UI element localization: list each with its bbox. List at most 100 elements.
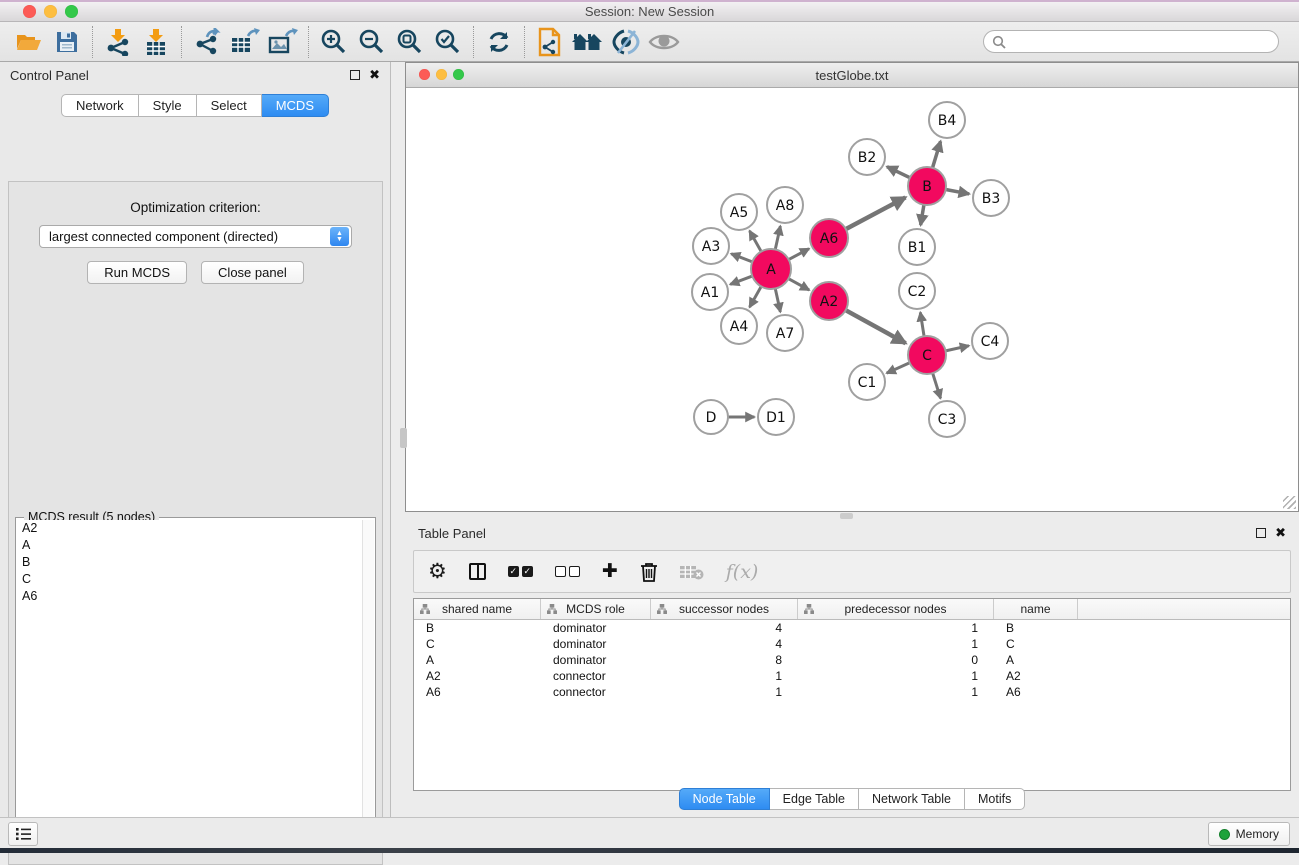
memory-button[interactable]: Memory — [1208, 822, 1290, 846]
tab-network-table[interactable]: Network Table — [859, 788, 965, 810]
graph-node-A1[interactable]: A1 — [692, 274, 728, 310]
column-header-shared-name[interactable]: shared name — [414, 599, 541, 619]
show-hide-panels-icon[interactable] — [569, 25, 607, 59]
table-row[interactable]: Bdominator41B — [414, 620, 1290, 636]
close-panel-button[interactable]: Close panel — [201, 261, 304, 284]
graph-node-C[interactable]: C — [908, 336, 946, 374]
graph-node-A6[interactable]: A6 — [810, 219, 848, 257]
graph-node-C4[interactable]: C4 — [972, 323, 1008, 359]
edge-B-B4[interactable] — [933, 141, 941, 168]
graph-node-A8[interactable]: A8 — [767, 187, 803, 223]
search-box[interactable] — [983, 30, 1279, 53]
column-header-MCDS-role[interactable]: MCDS role — [541, 599, 651, 619]
graph-node-B4[interactable]: B4 — [929, 102, 965, 138]
mcds-result-item[interactable]: A — [17, 537, 362, 554]
edge-A-A3[interactable] — [731, 254, 752, 262]
eye-icon[interactable] — [645, 25, 683, 59]
mcds-result-item[interactable]: C — [17, 571, 362, 588]
mcds-result-item[interactable]: B — [17, 554, 362, 571]
edge-A-A7[interactable] — [775, 289, 780, 312]
tab-network[interactable]: Network — [61, 94, 139, 117]
export-network-icon[interactable] — [188, 25, 226, 59]
edge-B-B2[interactable] — [887, 167, 910, 178]
edge-C-C2[interactable] — [920, 312, 924, 336]
vertical-split-handle[interactable] — [400, 428, 407, 448]
select-all-checkboxes-icon[interactable]: ✓✓ — [508, 566, 533, 577]
add-column-icon[interactable]: ✚ — [602, 560, 618, 583]
edge-B-B1[interactable] — [921, 205, 924, 225]
tab-select[interactable]: Select — [197, 94, 262, 117]
table-row[interactable]: A6connector11A6 — [414, 684, 1290, 700]
refresh-icon[interactable] — [480, 25, 518, 59]
graph-node-A4[interactable]: A4 — [721, 308, 757, 344]
edge-C-C4[interactable] — [946, 346, 969, 351]
edge-A6-B[interactable] — [846, 197, 906, 229]
graph-node-A[interactable]: A — [751, 249, 791, 289]
import-network-icon[interactable] — [99, 25, 137, 59]
graph-node-A2[interactable]: A2 — [810, 282, 848, 320]
mcds-result-item[interactable]: A2 — [17, 520, 362, 537]
window-resize-grip[interactable] — [1283, 496, 1296, 509]
tab-motifs[interactable]: Motifs — [965, 788, 1025, 810]
search-input[interactable] — [1011, 35, 1270, 49]
graph-node-D1[interactable]: D1 — [758, 399, 794, 435]
export-image-icon[interactable] — [264, 25, 302, 59]
trash-icon[interactable] — [640, 562, 658, 582]
graph-node-A7[interactable]: A7 — [767, 315, 803, 351]
network-canvas[interactable]: B4B2BB3A8A5A6A3B1AA1C2A2A4A7C4CC1DD1C3 — [407, 88, 1297, 510]
edge-A-A1[interactable] — [730, 276, 752, 284]
edge-B-B3[interactable] — [946, 190, 970, 194]
close-table-panel-icon[interactable]: ✖ — [1275, 528, 1286, 538]
mcds-result-list[interactable]: A2ABCA6 — [17, 520, 362, 851]
graph-node-B1[interactable]: B1 — [899, 229, 935, 265]
function-builder-icon[interactable]: f(x) — [726, 561, 759, 583]
table-row[interactable]: A2connector11A2 — [414, 668, 1290, 684]
tab-node-table[interactable]: Node Table — [679, 788, 770, 810]
deselect-all-checkboxes-icon[interactable] — [555, 566, 580, 577]
graph-node-B[interactable]: B — [908, 167, 946, 205]
graph-node-B2[interactable]: B2 — [849, 139, 885, 175]
graph-node-B3[interactable]: B3 — [973, 180, 1009, 216]
edge-A-A4[interactable] — [750, 286, 762, 307]
run-mcds-button[interactable]: Run MCDS — [87, 261, 187, 284]
network-graph[interactable]: B4B2BB3A8A5A6A3B1AA1C2A2A4A7C4CC1DD1C3 — [407, 88, 1297, 510]
zoom-out-icon[interactable] — [353, 25, 391, 59]
zoom-fit-icon[interactable] — [391, 25, 429, 59]
graphics-details-icon[interactable] — [607, 25, 645, 59]
table-row[interactable]: Adominator80A — [414, 652, 1290, 668]
tab-edge-table[interactable]: Edge Table — [770, 788, 859, 810]
float-table-panel-icon[interactable] — [1256, 528, 1266, 538]
zoom-selected-icon[interactable] — [429, 25, 467, 59]
import-table-icon[interactable] — [137, 25, 175, 59]
delete-table-icon[interactable] — [680, 564, 704, 580]
edge-A-A8[interactable] — [775, 226, 780, 249]
new-network-from-selection-icon[interactable] — [531, 25, 569, 59]
column-selector-icon[interactable] — [469, 563, 486, 580]
horizontal-split-handle[interactable] — [840, 513, 853, 519]
tab-mcds[interactable]: MCDS — [262, 94, 329, 117]
graph-node-C2[interactable]: C2 — [899, 273, 935, 309]
edge-A-A6[interactable] — [789, 249, 809, 260]
export-table-icon[interactable] — [226, 25, 264, 59]
criterion-dropdown[interactable]: largest connected component (directed) ▲… — [39, 225, 352, 248]
zoom-in-icon[interactable] — [315, 25, 353, 59]
edge-A-A2[interactable] — [789, 279, 810, 290]
mcds-list-scrollbar[interactable] — [362, 520, 374, 851]
table-row[interactable]: Cdominator41C — [414, 636, 1290, 652]
network-window-titlebar[interactable]: testGlobe.txt — [406, 63, 1298, 88]
column-header-name[interactable]: name — [994, 599, 1078, 619]
tab-style[interactable]: Style — [139, 94, 197, 117]
column-header-predecessor-nodes[interactable]: predecessor nodes — [798, 599, 994, 619]
edge-A-A5[interactable] — [750, 231, 762, 252]
close-panel-icon[interactable]: ✖ — [369, 70, 380, 80]
graph-node-A5[interactable]: A5 — [721, 194, 757, 230]
graph-node-C3[interactable]: C3 — [929, 401, 965, 437]
mcds-result-item[interactable]: A6 — [17, 588, 362, 605]
column-header-successor-nodes[interactable]: successor nodes — [651, 599, 798, 619]
graph-node-D[interactable]: D — [694, 400, 728, 434]
gear-icon[interactable]: ⚙ — [428, 562, 447, 582]
open-folder-icon[interactable] — [10, 25, 48, 59]
graph-node-A3[interactable]: A3 — [693, 228, 729, 264]
edge-A2-C[interactable] — [846, 310, 906, 343]
edge-C-C1[interactable] — [887, 363, 910, 373]
